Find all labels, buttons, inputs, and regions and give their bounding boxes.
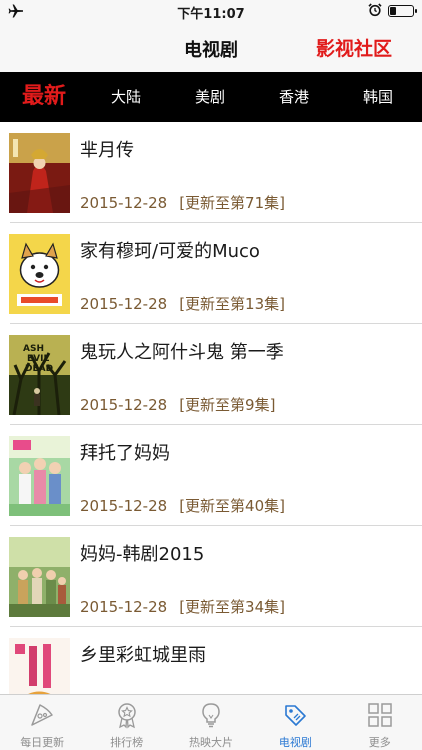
tab-korea[interactable]: 韩国 <box>352 72 404 122</box>
tab-hongkong[interactable]: 香港 <box>268 72 320 122</box>
list-item[interactable]: 妈妈-韩剧2015 2015-12-28 [更新至第34集] <box>0 526 422 627</box>
list-item[interactable]: 乡里彩虹城里雨 <box>0 627 422 694</box>
bottom-tab-bar: 每日更新 排行榜 热映大片 电视剧 更多 <box>0 694 422 750</box>
show-title: 芈月传 <box>80 140 134 161</box>
svg-text:ASH: ASH <box>23 344 44 354</box>
show-meta: 2015-12-28 [更新至第40集] <box>80 495 285 516</box>
episode-status: [更新至第40集] <box>179 497 285 515</box>
list-item[interactable]: 拜托了妈妈 2015-12-28 [更新至第40集] <box>0 425 422 526</box>
tab-hot-movies[interactable]: 热映大片 <box>169 695 253 750</box>
tab-label: 更多 <box>368 736 391 749</box>
show-meta: 2015-12-28 [更新至第9集] <box>80 394 275 415</box>
tab-us-drama[interactable]: 美剧 <box>184 72 236 122</box>
status-time: 下午11:07 <box>177 7 245 22</box>
pizza-slice-icon <box>31 704 53 726</box>
episode-status: [更新至第9集] <box>179 396 276 414</box>
show-list[interactable]: 芈月传 2015-12-28 [更新至第71集] 家有穆珂/可爱的Muco 201… <box>0 122 422 694</box>
poster-image <box>9 436 70 516</box>
lightbulb-icon <box>202 703 220 728</box>
show-date: 2015-12-28 <box>80 598 168 616</box>
show-title: 妈妈-韩剧2015 <box>80 544 205 565</box>
show-meta: 2015-12-28 [更新至第34集] <box>80 596 285 617</box>
status-bar: 下午11:07 <box>0 0 422 22</box>
list-item[interactable]: 家有穆珂/可爱的Muco 2015-12-28 [更新至第13集] <box>0 223 422 324</box>
episode-status: [更新至第13集] <box>179 295 285 313</box>
show-title: 拜托了妈妈 <box>80 443 170 464</box>
list-item[interactable]: ASH EVIL DEAD 鬼玩人之阿什斗鬼 第一季 2015-12-28 [更新… <box>0 324 422 425</box>
show-meta: 2015-12-28 [更新至第13集] <box>80 293 285 314</box>
poster-image <box>9 638 70 694</box>
tab-latest[interactable]: 最新 <box>14 72 74 122</box>
tab-tv-series[interactable]: 电视剧 <box>253 695 337 750</box>
grid-icon <box>368 703 392 727</box>
tab-daily-updates[interactable]: 每日更新 <box>0 695 84 750</box>
show-meta: 2015-12-28 [更新至第71集] <box>80 192 285 213</box>
show-date: 2015-12-28 <box>80 194 168 212</box>
tab-label: 电视剧 <box>278 736 312 749</box>
svg-text:EVIL: EVIL <box>27 354 49 364</box>
poster-image: ASH EVIL DEAD <box>9 335 70 415</box>
episode-status: [更新至第71集] <box>179 194 285 212</box>
alarm-icon <box>368 3 382 17</box>
tab-label: 每日更新 <box>20 736 65 749</box>
tab-label: 热映大片 <box>188 736 233 749</box>
tag-icon <box>285 705 307 726</box>
svg-text:DEAD: DEAD <box>25 364 53 374</box>
community-link[interactable]: 影视社区 <box>316 34 392 61</box>
show-title: 家有穆珂/可爱的Muco <box>80 241 260 262</box>
poster-image <box>9 234 70 314</box>
show-date: 2015-12-28 <box>80 497 168 515</box>
show-title: 鬼玩人之阿什斗鬼 第一季 <box>80 342 284 363</box>
show-date: 2015-12-28 <box>80 295 168 313</box>
tab-mainland[interactable]: 大陆 <box>100 72 152 122</box>
poster-image <box>9 133 70 213</box>
show-title: 乡里彩虹城里雨 <box>80 645 206 666</box>
show-date: 2015-12-28 <box>80 396 168 414</box>
poster-image <box>9 537 70 617</box>
list-item[interactable]: 芈月传 2015-12-28 [更新至第71集] <box>0 122 422 223</box>
battery-icon <box>388 5 417 17</box>
navigation-bar: 电视剧 影视社区 <box>0 22 422 72</box>
tab-rankings[interactable]: 排行榜 <box>84 695 168 750</box>
ranking-badge-icon <box>117 703 136 729</box>
tab-label: 排行榜 <box>110 736 144 749</box>
episode-status: [更新至第34集] <box>179 598 285 616</box>
category-tab-bar: 最新 大陆 美剧 香港 韩国 <box>0 72 422 122</box>
tab-more[interactable]: 更多 <box>338 695 422 750</box>
